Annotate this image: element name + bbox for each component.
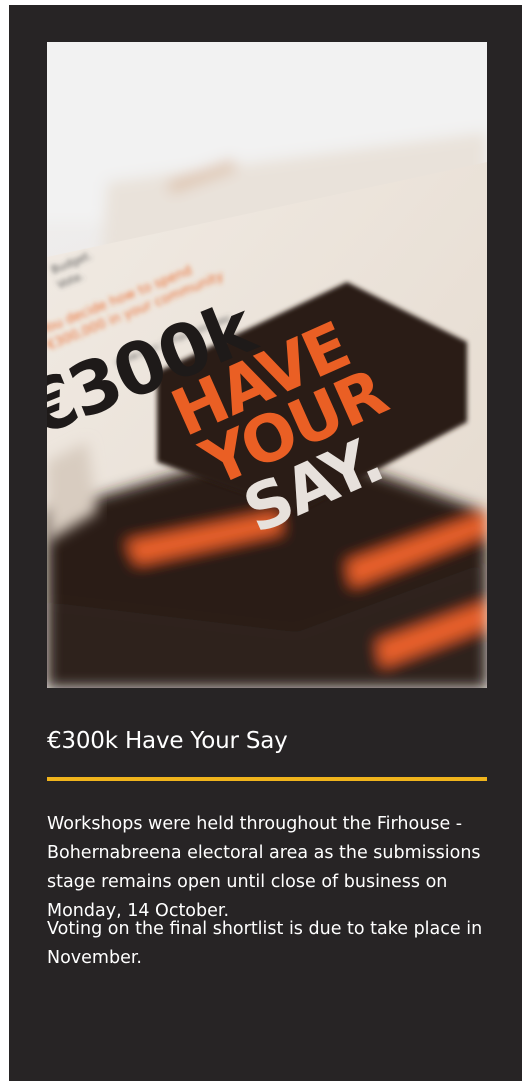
article-paragraph-1: Workshops were held throughout the Firho… [47,814,481,921]
article-title[interactable]: €300k Have Your Say [47,725,487,757]
article-paragraph-2: Voting on the final shortlist is due to … [47,919,483,968]
article-card: Budget. Vote. You decide how to spend €3… [9,5,522,1081]
leaflet-stack-image: Budget. Vote. You decide how to spend €3… [47,42,487,688]
title-divider [47,777,487,781]
article-photo[interactable]: Budget. Vote. You decide how to spend €3… [47,42,487,688]
